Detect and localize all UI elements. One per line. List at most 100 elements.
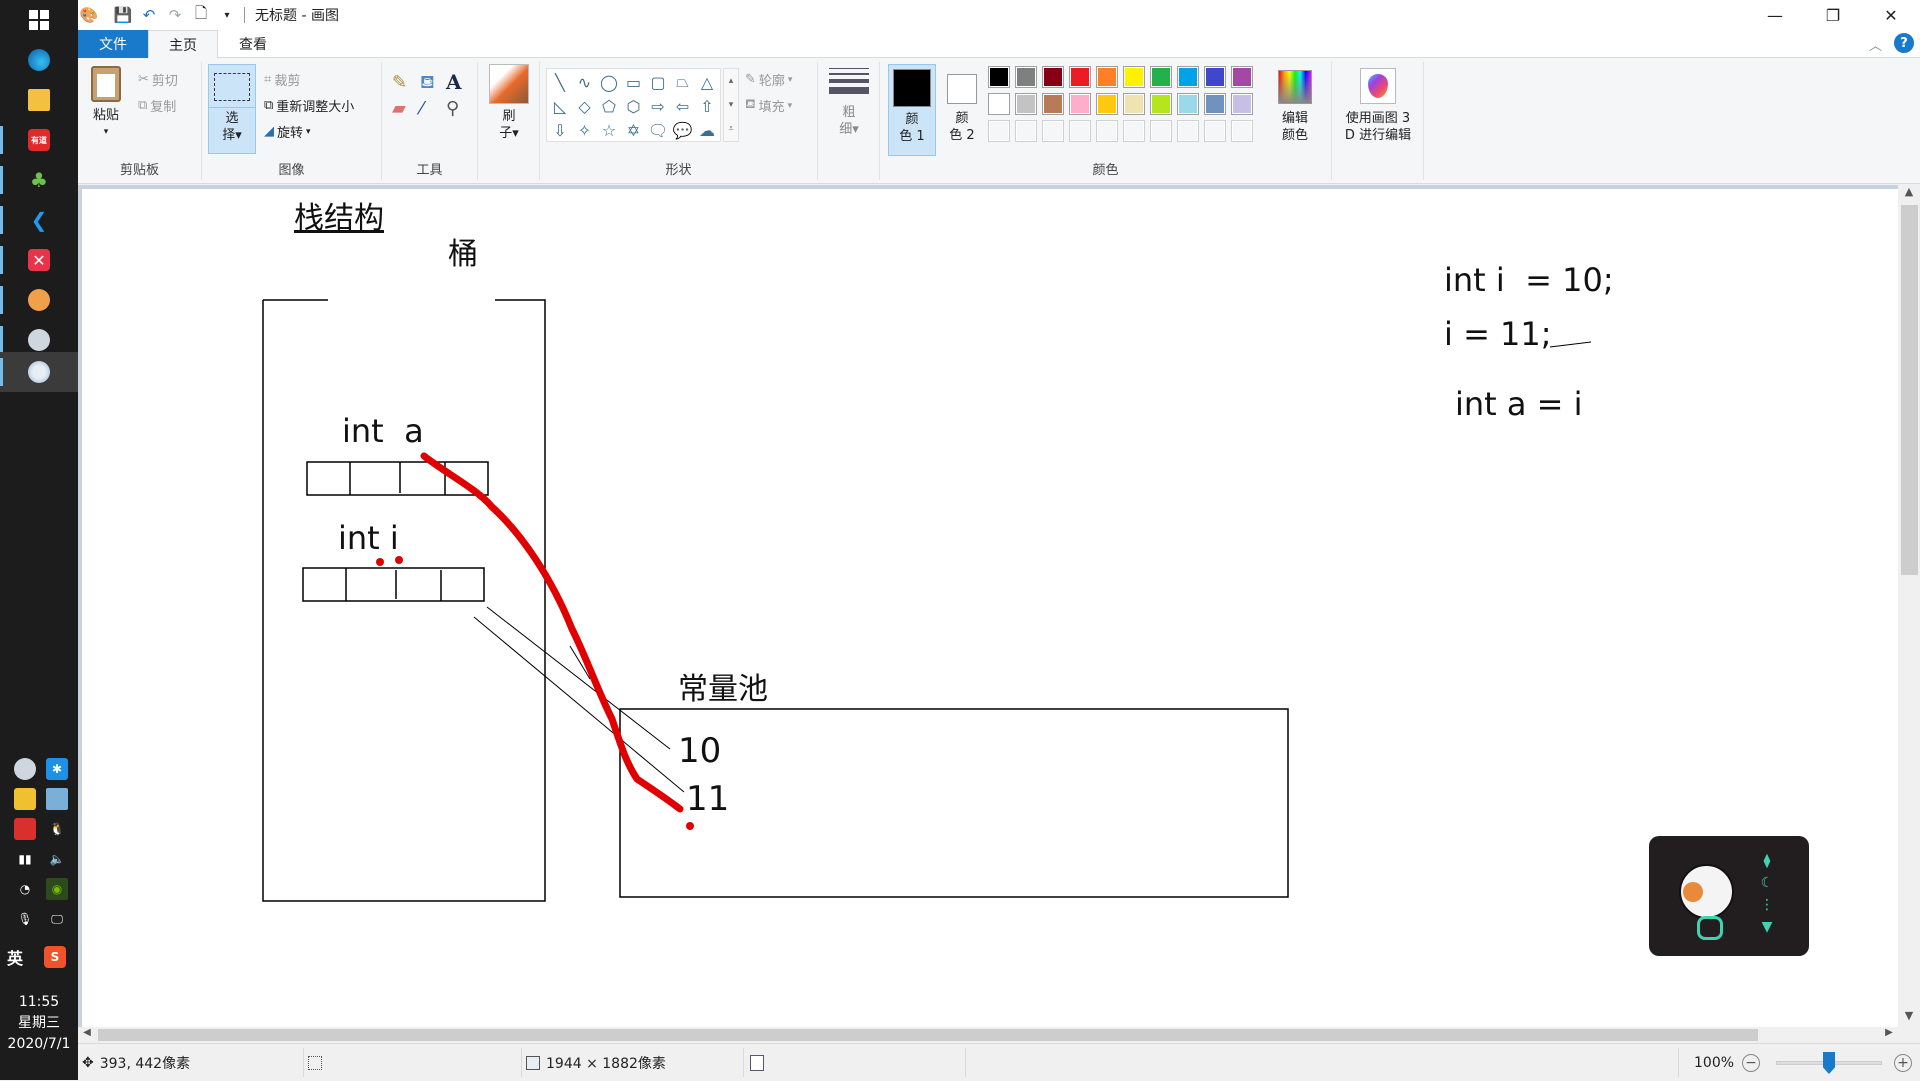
- shape-option[interactable]: ∿: [574, 71, 596, 93]
- palette-swatch[interactable]: [988, 93, 1010, 115]
- palette-swatch[interactable]: [1177, 66, 1199, 88]
- shape-option[interactable]: ✧: [574, 119, 596, 141]
- floating-pet-widget[interactable]: ⧫ ☾ ⋮ ▼: [1649, 836, 1809, 956]
- scroll-down-icon[interactable]: ▼: [1898, 1009, 1920, 1027]
- select-button[interactable]: 选择▾: [208, 64, 256, 154]
- tray-ime-indicator[interactable]: 英: [4, 946, 26, 968]
- minimize-button[interactable]: —: [1746, 0, 1804, 30]
- horizontal-scroll-thumb[interactable]: [98, 1029, 1758, 1041]
- custom-color-slot[interactable]: [1204, 120, 1226, 142]
- palette-swatch[interactable]: [1231, 93, 1253, 115]
- tray-folder-app-icon[interactable]: [14, 788, 36, 810]
- tray-star-app-icon[interactable]: ✱: [46, 758, 68, 780]
- taskbar-file-explorer[interactable]: [0, 80, 78, 120]
- scroll-right-icon[interactable]: ▶: [1880, 1027, 1898, 1043]
- tray-speaker-icon[interactable]: ◔: [14, 878, 36, 900]
- color-picker-icon[interactable]: ⁄: [420, 98, 423, 119]
- custom-color-slot[interactable]: [1096, 120, 1118, 142]
- shapes-scroll-up-icon[interactable]: ▴: [724, 69, 738, 93]
- palette-swatch[interactable]: [1096, 66, 1118, 88]
- palette-swatch[interactable]: [1096, 93, 1118, 115]
- palette-swatch[interactable]: [1042, 93, 1064, 115]
- taskbar-xmind[interactable]: ✕: [0, 240, 78, 280]
- shape-option[interactable]: ⬠: [598, 95, 620, 117]
- palette-swatch[interactable]: [1069, 93, 1091, 115]
- shape-option[interactable]: ╲: [549, 71, 571, 93]
- help-icon[interactable]: ?: [1894, 33, 1914, 53]
- custom-color-slot[interactable]: [1042, 120, 1064, 142]
- scroll-up-icon[interactable]: ▲: [1898, 185, 1920, 203]
- collapse-ribbon-icon[interactable]: ︿: [1869, 35, 1882, 54]
- tray-qq-icon[interactable]: 🐧: [46, 818, 68, 840]
- custom-color-slot[interactable]: [1015, 120, 1037, 142]
- magnifier-icon[interactable]: ⚲: [446, 98, 459, 119]
- palette-swatch[interactable]: [1231, 66, 1253, 88]
- redo-icon[interactable]: ↷: [164, 4, 186, 26]
- start-button[interactable]: [0, 0, 78, 40]
- custom-color-slot[interactable]: [1069, 120, 1091, 142]
- print-preview-icon[interactable]: 🗋: [190, 4, 212, 26]
- tab-file[interactable]: 文件: [78, 30, 148, 58]
- shapes-scroll[interactable]: ▴ ▾ ⩡: [723, 68, 739, 142]
- eraser-icon[interactable]: ▰: [392, 98, 406, 119]
- shape-option[interactable]: ⇩: [549, 119, 571, 141]
- customize-dropdown-icon[interactable]: ▾: [216, 4, 238, 26]
- shape-option[interactable]: ◇: [574, 95, 596, 117]
- shapes-scroll-down-icon[interactable]: ▾: [724, 93, 738, 117]
- custom-color-slot[interactable]: [1150, 120, 1172, 142]
- palette-swatch[interactable]: [1015, 66, 1037, 88]
- color1-button[interactable]: 颜 色 1: [888, 64, 936, 156]
- palette-swatch[interactable]: [1042, 66, 1064, 88]
- cut-button[interactable]: ✂ 剪切: [138, 70, 178, 89]
- shape-option[interactable]: ◺: [549, 95, 571, 117]
- taskbar-clock[interactable]: 11:55 星期三 2020/7/1: [0, 992, 78, 1055]
- palette-swatch[interactable]: [1150, 66, 1172, 88]
- tray-sogou-icon[interactable]: S: [44, 946, 66, 968]
- paste-button[interactable]: 粘贴 ▾: [86, 66, 126, 141]
- custom-color-slot[interactable]: [1177, 120, 1199, 142]
- palette-swatch[interactable]: [1204, 93, 1226, 115]
- fill-bucket-icon[interactable]: ⛾: [420, 72, 435, 96]
- tab-view[interactable]: 查看: [218, 30, 288, 58]
- shape-option[interactable]: 🗨: [647, 119, 669, 141]
- vertical-scroll-thumb[interactable]: [1901, 205, 1918, 575]
- save-icon[interactable]: 💾: [112, 4, 134, 26]
- shape-option[interactable]: ▢: [647, 71, 669, 93]
- tray-network-monitor-icon[interactable]: [14, 758, 36, 780]
- palette-swatch[interactable]: [1069, 66, 1091, 88]
- size-button[interactable]: 粗 细▾: [826, 64, 872, 138]
- zoom-in-button[interactable]: +: [1894, 1044, 1912, 1081]
- brushes-button[interactable]: 刷 子▾: [486, 64, 532, 142]
- shape-option[interactable]: ▭: [623, 71, 645, 93]
- undo-icon[interactable]: ↶: [138, 4, 160, 26]
- shapes-expand-icon[interactable]: ⩡: [724, 117, 738, 141]
- shape-option[interactable]: ⇨: [647, 95, 669, 117]
- close-button[interactable]: ✕: [1862, 0, 1920, 30]
- fill-button[interactable]: ⛾ 填充 ▾: [745, 96, 792, 115]
- vertical-scrollbar[interactable]: ▲ ▼: [1898, 185, 1920, 1027]
- color2-button[interactable]: 颜 色 2: [940, 64, 984, 144]
- drawing-canvas[interactable]: 栈结构 桶 int a int i 常量池 10 11 int i = 10; …: [82, 189, 1898, 1027]
- shape-option[interactable]: ✡: [623, 119, 645, 141]
- taskbar-orange-app[interactable]: [0, 280, 78, 320]
- custom-color-slot[interactable]: [1231, 120, 1253, 142]
- restore-button[interactable]: ❐: [1804, 0, 1862, 30]
- palette-swatch[interactable]: [1015, 93, 1037, 115]
- paint-app-icon[interactable]: 🎨: [78, 4, 100, 26]
- shape-option[interactable]: ☆: [598, 119, 620, 141]
- tray-volume-icon[interactable]: 🔈: [46, 848, 68, 870]
- palette-swatch[interactable]: [988, 66, 1010, 88]
- taskbar-paint[interactable]: [0, 352, 78, 392]
- palette-swatch[interactable]: [1204, 66, 1226, 88]
- shape-option[interactable]: ⇧: [696, 95, 718, 117]
- palette-swatch[interactable]: [1150, 93, 1172, 115]
- tray-red-app-icon[interactable]: [14, 818, 36, 840]
- custom-color-slot[interactable]: [1123, 120, 1145, 142]
- shape-option[interactable]: △: [696, 71, 718, 93]
- zoom-out-button[interactable]: −: [1742, 1044, 1760, 1081]
- copy-button[interactable]: ⧉ 复制: [138, 96, 176, 115]
- edit-with-paint3d-button[interactable]: 使用画图 3 D 进行编辑: [1336, 64, 1420, 144]
- resize-button[interactable]: ⧉ 重新调整大小: [264, 96, 354, 115]
- edit-colors-button[interactable]: 编辑 颜色: [1270, 64, 1320, 144]
- tab-home[interactable]: 主页: [148, 30, 218, 59]
